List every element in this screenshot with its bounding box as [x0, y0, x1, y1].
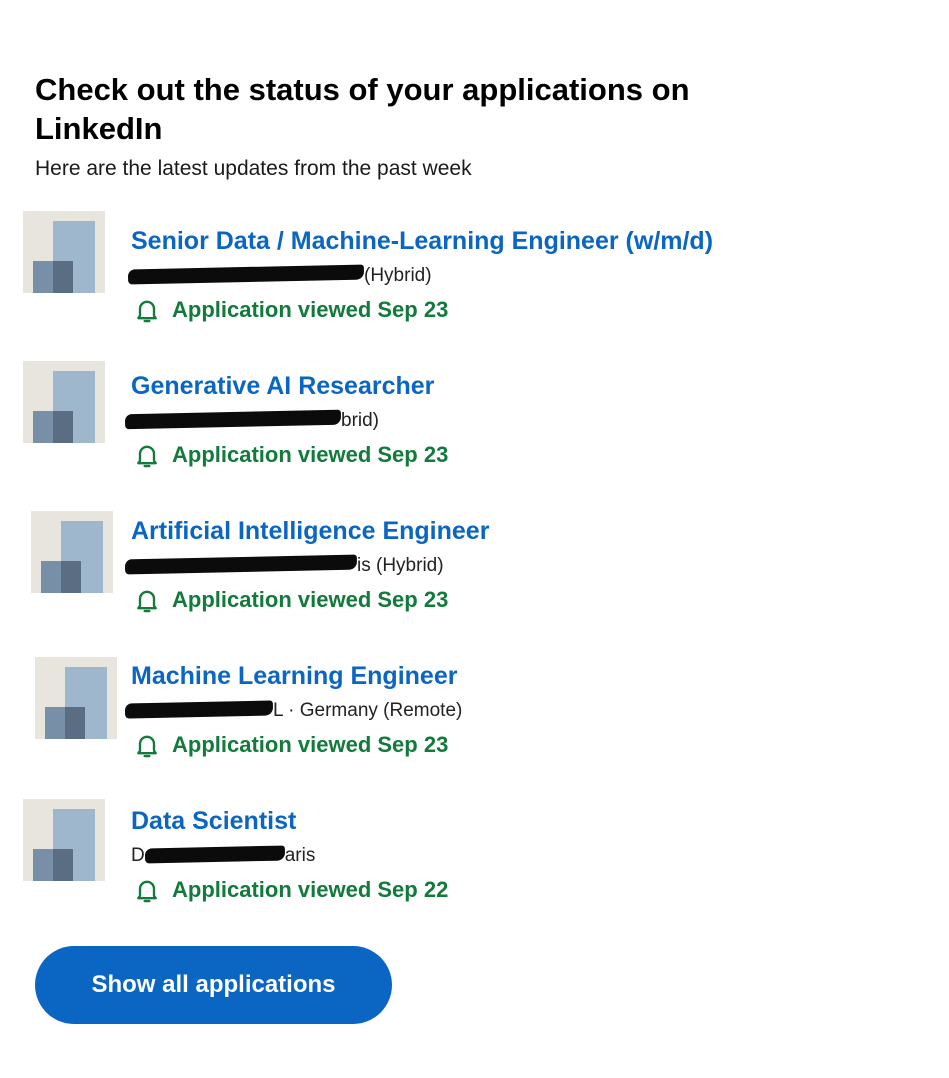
job-title-link[interactable]: Data Scientist — [131, 805, 296, 837]
company-location-text: aris — [284, 845, 316, 866]
company-location: (Hybrid) — [127, 264, 432, 288]
job-title-link[interactable]: Generative AI Researcher — [131, 370, 434, 402]
company-location-text: is (Hybrid) — [357, 555, 444, 576]
job-title-link[interactable]: Machine Learning Engineer — [131, 660, 457, 692]
bell-icon — [137, 300, 157, 323]
job-title-link[interactable]: Senior Data / Machine-Learning Engineer … — [131, 225, 713, 257]
company-location: Daris — [131, 844, 315, 868]
application-status: Application viewed Sep 23 — [133, 441, 448, 469]
bell-icon — [137, 735, 157, 758]
application-status: Application viewed Sep 22 — [133, 876, 448, 904]
company-location: is (Hybrid) — [124, 554, 444, 578]
company-logo — [23, 361, 105, 443]
status-text: Application viewed Sep 23 — [172, 587, 449, 612]
headline: Check out the status of your application… — [35, 72, 690, 146]
job-item[interactable]: Senior Data / Machine-Learning Engineer … — [0, 211, 949, 331]
job-item[interactable]: Data Scientist Daris Application viewed … — [0, 791, 949, 911]
application-status: Application viewed Sep 23 — [133, 586, 448, 614]
redacted-text — [124, 554, 358, 575]
subheadline: Here are the latest updates from the pas… — [35, 157, 472, 180]
redacted-text — [124, 700, 274, 719]
status-text: Application viewed Sep 23 — [172, 297, 449, 322]
job-title-link[interactable]: Artificial Intelligence Engineer — [131, 515, 489, 547]
bell-icon — [137, 880, 157, 903]
status-text: Application viewed Sep 22 — [172, 877, 449, 902]
redacted-text — [127, 264, 365, 285]
company-location-text: (Hybrid) — [364, 265, 432, 286]
company-location: L · Germany (Remote) — [124, 699, 463, 723]
company-logo — [35, 657, 117, 739]
application-status: Application viewed Sep 23 — [133, 296, 448, 324]
company-location-text: L · Germany (Remote) — [273, 700, 463, 721]
job-item[interactable]: Machine Learning Engineer L · Germany (R… — [0, 646, 949, 766]
redacted-text — [124, 409, 342, 430]
applications-status-email: Check out the status of your application… — [0, 0, 949, 1078]
status-text: Application viewed Sep 23 — [172, 442, 449, 467]
job-item[interactable]: Artificial Intelligence Engineer is (Hyb… — [0, 501, 949, 621]
application-status: Application viewed Sep 23 — [133, 731, 448, 759]
bell-icon — [137, 590, 157, 613]
redacted-text — [144, 845, 285, 864]
company-location-text: brid) — [341, 410, 380, 431]
company-prefix-text: D — [131, 845, 145, 866]
status-text: Application viewed Sep 23 — [172, 732, 449, 757]
company-logo — [31, 511, 113, 593]
job-item[interactable]: Generative AI Researcher brid) Applicati… — [0, 356, 949, 476]
company-location: brid) — [124, 409, 380, 433]
bell-icon — [137, 445, 157, 468]
show-all-applications-button[interactable]: Show all applications — [35, 946, 392, 1024]
company-logo — [23, 799, 105, 881]
company-logo — [23, 211, 105, 293]
